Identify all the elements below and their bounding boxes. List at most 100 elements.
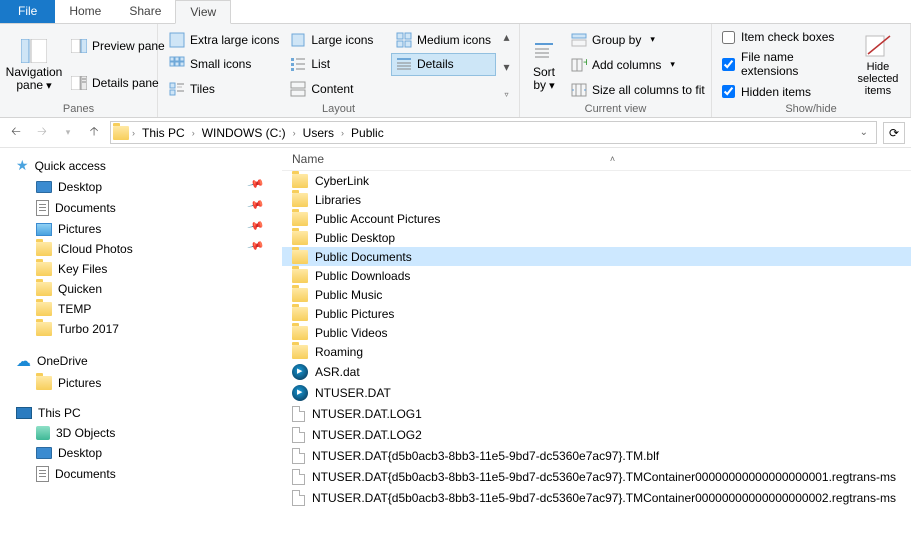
chk-filename-ext[interactable]: File name extensions: [718, 48, 848, 80]
layout-list[interactable]: List: [285, 53, 390, 77]
folder-icon: [292, 307, 308, 321]
file-row[interactable]: Public Documents: [282, 247, 911, 266]
chevron-right-icon[interactable]: ›: [340, 128, 345, 138]
file-name: Public Account Pictures: [315, 212, 440, 226]
documents-icon: [36, 200, 49, 216]
file-row[interactable]: NTUSER.DAT.LOG1: [282, 403, 911, 424]
navpane-label: Navigation pane ▾: [6, 66, 63, 92]
layout-medium[interactable]: Medium icons: [391, 28, 496, 52]
nav-thispc[interactable]: This PC: [0, 403, 282, 423]
file-row[interactable]: NTUSER.DAT{d5b0acb3-8bb3-11e5-9bd7-dc536…: [282, 487, 911, 508]
preview-label: Preview pane: [92, 39, 165, 53]
size-columns-button[interactable]: Size all columns to fit: [566, 80, 710, 100]
file-row[interactable]: Public Desktop: [282, 228, 911, 247]
file-row[interactable]: CyberLink: [282, 171, 911, 190]
folder-icon: [292, 269, 308, 283]
desktop-icon: [36, 181, 52, 193]
details-pane-button[interactable]: Details pane: [66, 73, 170, 93]
add-columns-button[interactable]: +Add columns▾: [566, 55, 710, 75]
file-icon: [292, 406, 305, 422]
file-row[interactable]: NTUSER.DAT.LOG2: [282, 424, 911, 445]
refresh-button[interactable]: ⟳: [883, 122, 905, 144]
chevron-right-icon[interactable]: ›: [131, 128, 136, 138]
sort-label: Sort by ▾: [528, 66, 560, 92]
chevron-right-icon[interactable]: ›: [191, 128, 196, 138]
nav-turbo[interactable]: Turbo 2017: [0, 319, 282, 339]
layout-scroll[interactable]: ▴▾▿: [500, 28, 513, 101]
tab-home[interactable]: Home: [55, 0, 115, 23]
md-icon: [396, 32, 412, 48]
preview-pane-button[interactable]: Preview pane: [66, 36, 170, 56]
nav-desktop[interactable]: Desktop📌: [0, 177, 282, 197]
file-name: Public Downloads: [315, 269, 410, 283]
file-row[interactable]: ASR.dat: [282, 361, 911, 382]
col-name-label: Name: [292, 152, 324, 166]
up-button[interactable]: 🡡: [84, 123, 104, 143]
chk-hidden-items[interactable]: Hidden items: [718, 83, 848, 101]
folder-icon: [292, 231, 308, 245]
layout-content[interactable]: Content: [285, 77, 390, 101]
file-row[interactable]: Public Downloads: [282, 266, 911, 285]
layout-extra-large[interactable]: Extra large icons: [164, 28, 284, 52]
navigation-pane-button[interactable]: Navigation pane ▾: [6, 28, 62, 101]
tiles-icon: [169, 81, 185, 97]
file-row[interactable]: Public Music: [282, 285, 911, 304]
sort-icon: [528, 38, 560, 64]
navpane-icon: [18, 38, 50, 64]
folder-icon: [292, 345, 308, 359]
file-name: Public Desktop: [315, 231, 395, 245]
tab-file[interactable]: File: [0, 0, 55, 23]
hide-label: Hide selected items: [854, 61, 902, 97]
file-row[interactable]: NTUSER.DAT{d5b0acb3-8bb3-11e5-9bd7-dc536…: [282, 466, 911, 487]
nav-temp[interactable]: TEMP: [0, 299, 282, 319]
nav-keyfiles[interactable]: Key Files: [0, 259, 282, 279]
folder-icon: [292, 193, 308, 207]
file-row[interactable]: Public Account Pictures: [282, 209, 911, 228]
tab-share[interactable]: Share: [115, 0, 175, 23]
crumb-drive[interactable]: WINDOWS (C:): [198, 124, 290, 142]
nav-pc-desktop[interactable]: Desktop: [0, 443, 282, 463]
nav-od-pictures[interactable]: Pictures: [0, 373, 282, 393]
breadcrumb[interactable]: › This PC › WINDOWS (C:) › Users › Publi…: [110, 121, 877, 144]
crumb-public[interactable]: Public: [347, 124, 388, 142]
nav-quick-access[interactable]: ★Quick access: [0, 154, 282, 177]
addr-dropdown[interactable]: ⌄: [854, 127, 874, 138]
file-row[interactable]: Public Pictures: [282, 304, 911, 323]
layout-tiles[interactable]: Tiles: [164, 77, 284, 101]
nav-documents[interactable]: Documents📌: [0, 197, 282, 219]
nav-icloud[interactable]: iCloud Photos📌: [0, 239, 282, 259]
chk-item-checkboxes[interactable]: Item check boxes: [718, 28, 848, 46]
folder-icon: [36, 282, 52, 296]
nav-3dobjects[interactable]: 3D Objects: [0, 423, 282, 443]
nav-pictures[interactable]: Pictures📌: [0, 219, 282, 239]
chevron-right-icon[interactable]: ›: [292, 128, 297, 138]
layout-small[interactable]: Small icons: [164, 53, 284, 77]
forward-button[interactable]: 🡢: [32, 123, 52, 143]
nav-onedrive[interactable]: ☁OneDrive: [0, 349, 282, 373]
file-row[interactable]: NTUSER.DAT{d5b0acb3-8bb3-11e5-9bd7-dc536…: [282, 445, 911, 466]
file-name: Roaming: [315, 345, 363, 359]
folder-icon: [292, 250, 308, 264]
layout-large[interactable]: Large icons: [285, 28, 390, 52]
address-bar: 🡠 🡢 ▾ 🡡 › This PC › WINDOWS (C:) › Users…: [0, 118, 911, 148]
file-row[interactable]: NTUSER.DAT: [282, 382, 911, 403]
sort-by-button[interactable]: Sort by ▾: [526, 28, 562, 101]
hide-selected-button[interactable]: Hide selected items: [852, 28, 904, 101]
nav-quicken[interactable]: Quicken: [0, 279, 282, 299]
folder-icon: [292, 212, 308, 226]
folder-icon: [292, 326, 308, 340]
ribbon: Navigation pane ▾ Preview pane Details p…: [0, 24, 911, 118]
nav-pc-documents[interactable]: Documents: [0, 463, 282, 485]
file-row[interactable]: Roaming: [282, 342, 911, 361]
crumb-users[interactable]: Users: [299, 124, 338, 142]
group-by-button[interactable]: Group by▾: [566, 30, 710, 50]
layout-details[interactable]: Details: [391, 53, 496, 77]
column-header-name[interactable]: Name ˄: [282, 148, 911, 171]
back-button[interactable]: 🡠: [6, 123, 26, 143]
file-row[interactable]: Libraries: [282, 190, 911, 209]
crumb-thispc[interactable]: This PC: [138, 124, 189, 142]
recent-dropdown[interactable]: ▾: [58, 123, 78, 143]
tab-view[interactable]: View: [175, 0, 231, 24]
group-showhide: Item check boxes File name extensions Hi…: [712, 24, 911, 117]
file-row[interactable]: Public Videos: [282, 323, 911, 342]
